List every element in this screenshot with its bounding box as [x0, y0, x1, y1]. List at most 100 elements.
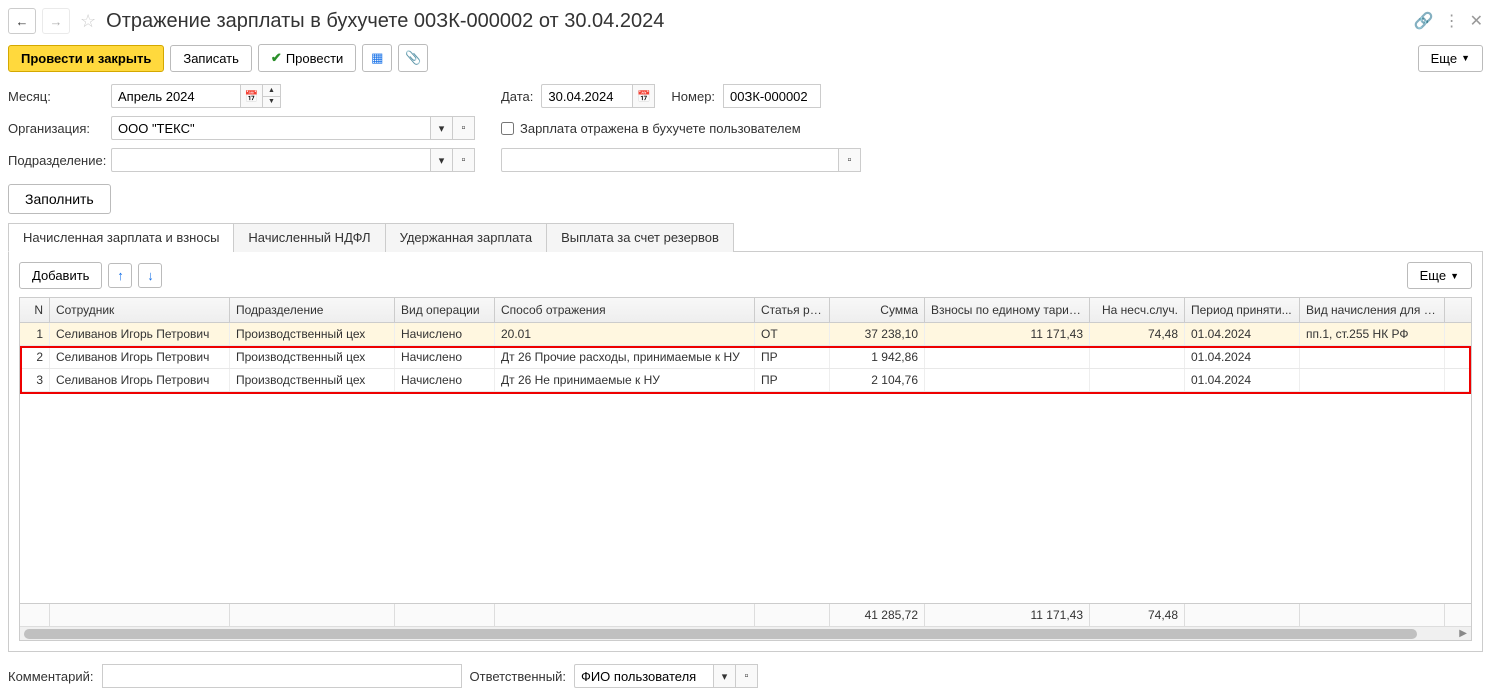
comment-input[interactable] — [102, 664, 462, 688]
table-cell[interactable]: 74,48 — [1090, 323, 1185, 345]
move-up-button[interactable]: ↑ — [108, 263, 132, 288]
col-department[interactable]: Подразделение — [230, 298, 395, 322]
table-cell[interactable]: Производственный цех — [230, 323, 395, 345]
table-cell[interactable]: Начислено — [395, 346, 495, 368]
col-employee[interactable]: Сотрудник — [50, 298, 230, 322]
table-cell[interactable]: Селиванов Игорь Петрович — [50, 323, 230, 345]
nav-forward-button[interactable]: → — [42, 8, 70, 34]
date-calendar-icon[interactable]: 📅 — [633, 84, 655, 108]
tab-reserves-payment[interactable]: Выплата за счет резервов — [546, 223, 734, 252]
dept-input[interactable] — [111, 148, 431, 172]
post-button[interactable]: ✔ Провести — [258, 44, 356, 72]
table-cell[interactable] — [925, 346, 1090, 368]
col-accrual-type[interactable]: Вид начисления для нал — [1300, 298, 1445, 322]
table-cell[interactable]: 01.04.2024 — [1185, 346, 1300, 368]
calendar-icon[interactable]: 📅 — [241, 84, 263, 108]
number-input[interactable] — [723, 84, 821, 108]
table-cell[interactable]: 3 — [20, 369, 50, 391]
table-cell[interactable]: Селиванов Игорь Петрович — [50, 346, 230, 368]
table-cell[interactable]: 2 — [20, 346, 50, 368]
post-icon: ✔ — [271, 50, 282, 66]
responsible-label: Ответственный: — [470, 669, 566, 684]
org-dropdown-icon[interactable]: ▾ — [431, 116, 453, 140]
save-button[interactable]: Записать — [170, 45, 252, 72]
col-sum[interactable]: Сумма — [830, 298, 925, 322]
more-button[interactable]: Еще ▼ — [1418, 45, 1483, 72]
org-open-icon[interactable]: ▫ — [453, 116, 475, 140]
table-body: 1Селиванов Игорь ПетровичПроизводственны… — [20, 323, 1471, 603]
extra-input[interactable] — [501, 148, 839, 172]
horizontal-scrollbar[interactable]: ▶ — [20, 626, 1471, 640]
dept-dropdown-icon[interactable]: ▾ — [431, 148, 453, 172]
table-row[interactable]: 3Селиванов Игорь ПетровичПроизводственны… — [20, 369, 1471, 392]
table-cell[interactable]: 11 171,43 — [925, 323, 1090, 345]
table-cell[interactable] — [1300, 369, 1445, 391]
table-cell[interactable]: Производственный цех — [230, 346, 395, 368]
table-cell[interactable]: пп.1, ст.255 НК РФ — [1300, 323, 1445, 345]
table-cell[interactable] — [1300, 346, 1445, 368]
org-input[interactable] — [111, 116, 431, 140]
date-input[interactable] — [541, 84, 633, 108]
table-cell[interactable]: 37 238,10 — [830, 323, 925, 345]
reflected-checkbox[interactable] — [501, 122, 514, 135]
comment-label: Комментарий: — [8, 669, 94, 684]
favorite-star-icon[interactable]: ☆ — [80, 11, 96, 32]
table-row[interactable]: 1Селиванов Игорь ПетровичПроизводственны… — [20, 323, 1471, 346]
col-operation[interactable]: Вид операции — [395, 298, 495, 322]
extra-open-icon[interactable]: ▫ — [839, 148, 861, 172]
table-more-button[interactable]: Еще ▼ — [1407, 262, 1472, 289]
responsible-open-icon[interactable]: ▫ — [736, 664, 758, 688]
table-cell[interactable] — [1090, 346, 1185, 368]
col-accident-insurance[interactable]: На несч.случ. — [1090, 298, 1185, 322]
post-and-close-button[interactable]: Провести и закрыть — [8, 45, 164, 72]
table-cell[interactable]: ОТ — [755, 323, 830, 345]
fill-button[interactable]: Заполнить — [8, 184, 111, 214]
month-input[interactable] — [111, 84, 241, 108]
table-cell[interactable]: 01.04.2024 — [1185, 323, 1300, 345]
col-reflection[interactable]: Способ отражения — [495, 298, 755, 322]
table-cell[interactable] — [925, 369, 1090, 391]
spinner-down-icon[interactable]: ▼ — [263, 97, 280, 108]
table-cell[interactable]: 2 104,76 — [830, 369, 925, 391]
move-down-button[interactable]: ↓ — [138, 263, 162, 288]
scroll-right-icon[interactable]: ▶ — [1459, 628, 1467, 639]
table-cell[interactable]: Начислено — [395, 369, 495, 391]
table-cell[interactable]: 01.04.2024 — [1185, 369, 1300, 391]
post-label: Провести — [286, 51, 344, 66]
table-cell[interactable]: Дт 26 Не принимаемые к НУ — [495, 369, 755, 391]
scrollbar-thumb[interactable] — [24, 629, 1417, 639]
table-cell[interactable]: ПР — [755, 369, 830, 391]
col-period[interactable]: Период приняти... — [1185, 298, 1300, 322]
add-row-button[interactable]: Добавить — [19, 262, 102, 289]
table-cell[interactable]: Селиванов Игорь Петрович — [50, 369, 230, 391]
tab-salary-contributions[interactable]: Начисленная зарплата и взносы — [8, 223, 234, 252]
spinner-up-icon[interactable]: ▲ — [263, 85, 280, 97]
table-cell[interactable]: 1 942,86 — [830, 346, 925, 368]
kebab-menu-icon[interactable]: ⋮ — [1444, 11, 1460, 31]
tab-ndfl[interactable]: Начисленный НДФЛ — [233, 223, 385, 252]
nav-back-button[interactable]: ← — [8, 8, 36, 34]
responsible-dropdown-icon[interactable]: ▾ — [714, 664, 736, 688]
table-row[interactable]: 2Селиванов Игорь ПетровичПроизводственны… — [20, 346, 1471, 369]
table-cell[interactable]: 1 — [20, 323, 50, 345]
tab-withheld-salary[interactable]: Удержанная зарплата — [385, 223, 547, 252]
table-cell[interactable]: Производственный цех — [230, 369, 395, 391]
chevron-down-icon: ▼ — [1461, 53, 1470, 63]
close-icon[interactable]: ✕ — [1470, 11, 1483, 31]
table-cell[interactable]: Дт 26 Прочие расходы, принимаемые к НУ — [495, 346, 755, 368]
col-n[interactable]: N — [20, 298, 50, 322]
paperclip-icon: 📎 — [405, 50, 421, 66]
org-label: Организация: — [8, 121, 103, 136]
table-cell[interactable]: 20.01 — [495, 323, 755, 345]
table-cell[interactable]: Начислено — [395, 323, 495, 345]
responsible-input[interactable] — [574, 664, 714, 688]
month-spinner[interactable]: ▲ ▼ — [263, 84, 281, 108]
col-article[interactable]: Статья ра... — [755, 298, 830, 322]
report-button[interactable]: ▦ — [362, 44, 392, 72]
table-cell[interactable] — [1090, 369, 1185, 391]
table-cell[interactable]: ПР — [755, 346, 830, 368]
dept-open-icon[interactable]: ▫ — [453, 148, 475, 172]
link-icon[interactable]: 🔗 — [1414, 11, 1434, 31]
col-contributions[interactable]: Взносы по единому тарифу — [925, 298, 1090, 322]
attach-button[interactable]: 📎 — [398, 44, 428, 72]
